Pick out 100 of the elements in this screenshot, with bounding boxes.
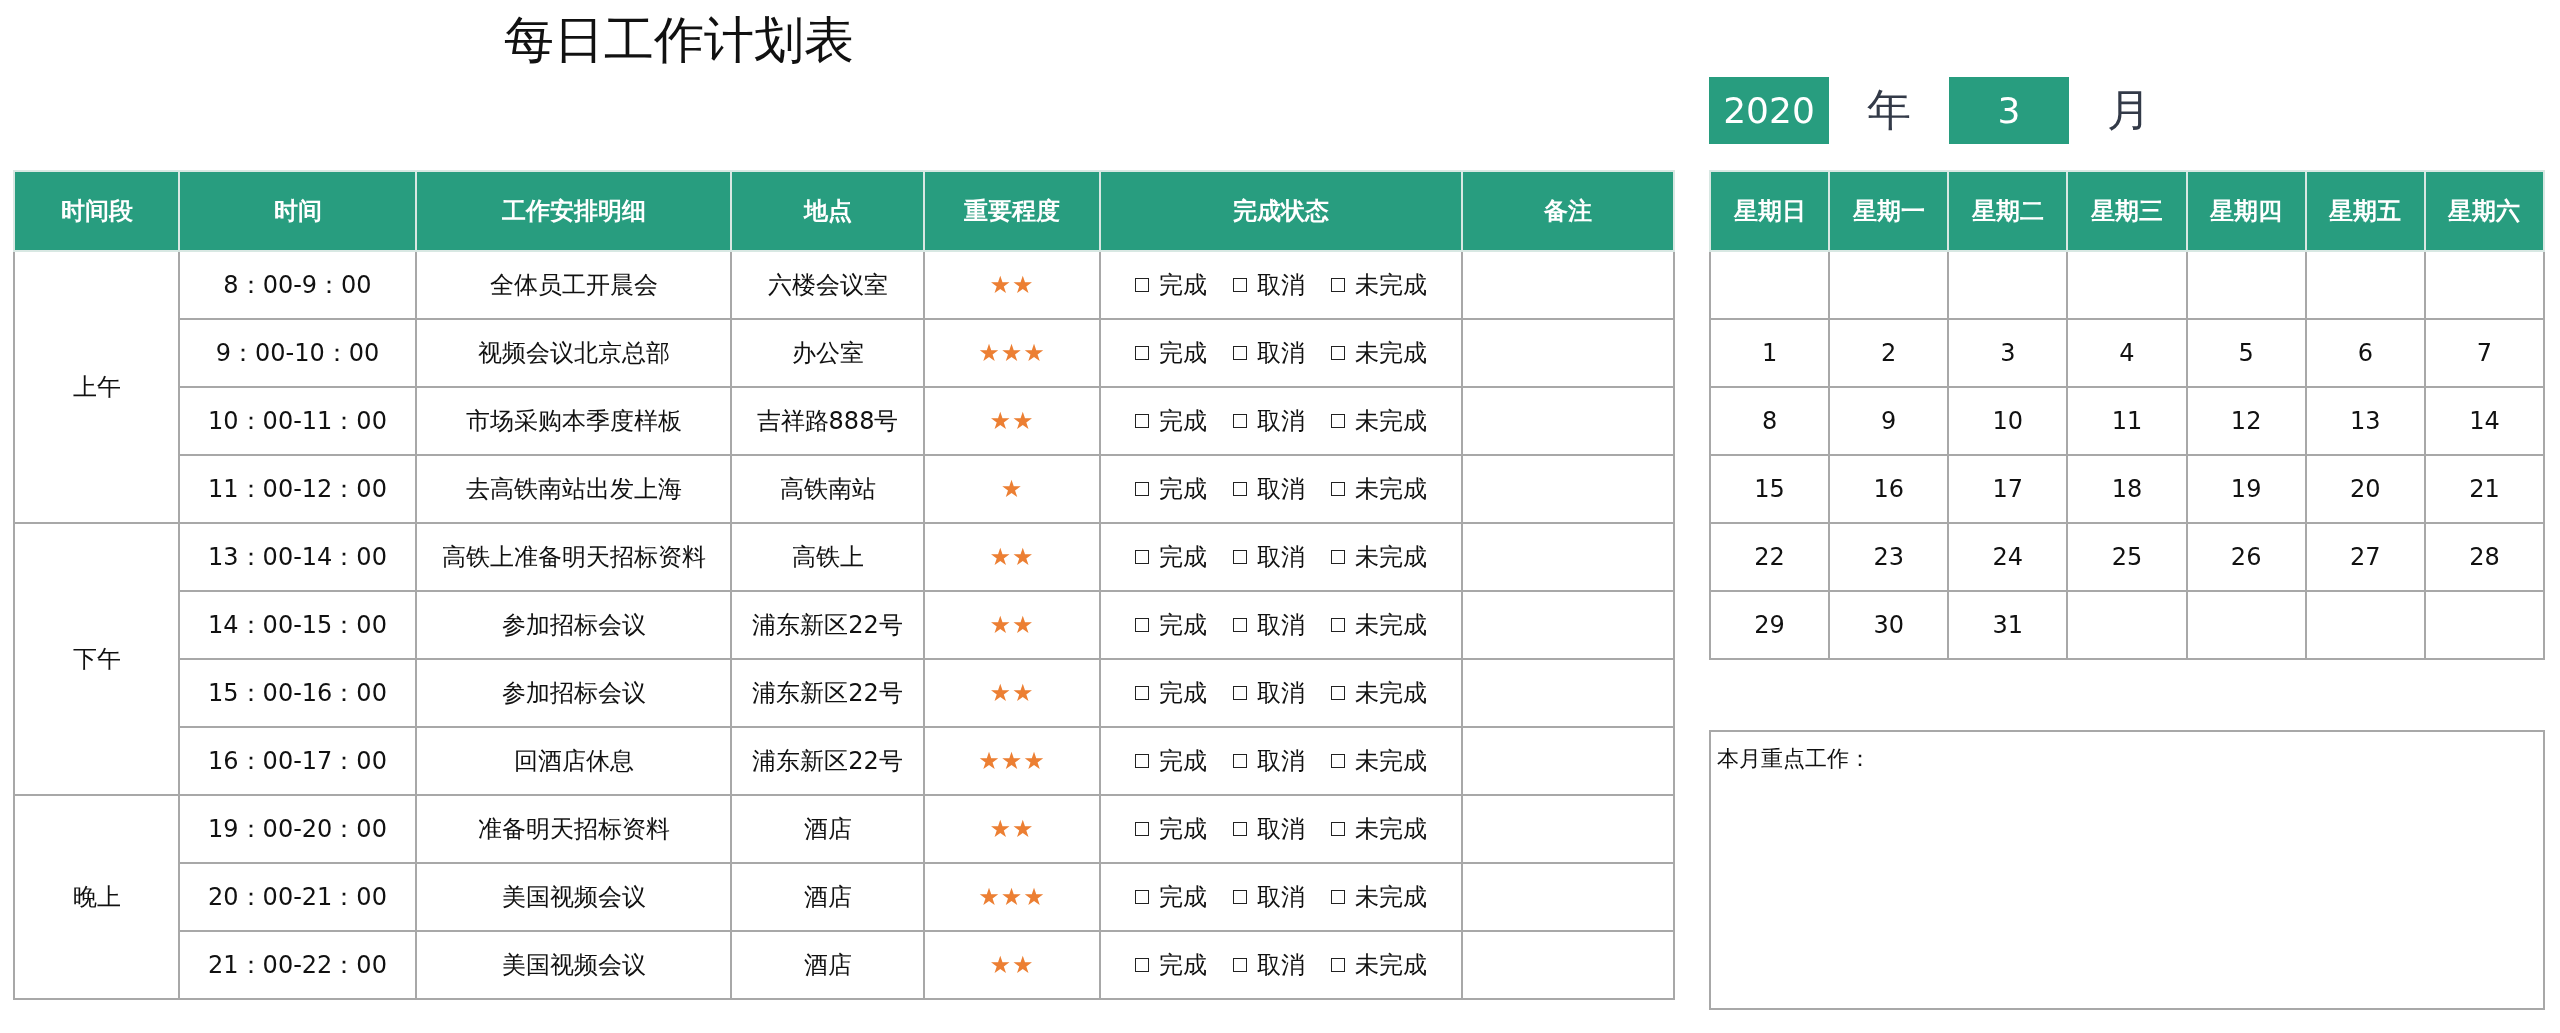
task-cell: 美国视频会议: [416, 931, 731, 999]
day-cell: 24: [1948, 523, 2068, 591]
checkbox[interactable]: [1233, 754, 1247, 768]
checkbox[interactable]: [1331, 482, 1345, 496]
importance-cell: ★: [924, 455, 1100, 523]
checkbox[interactable]: [1331, 686, 1345, 700]
checkbox[interactable]: [1135, 686, 1149, 700]
importance-cell: ★★★: [924, 319, 1100, 387]
checkbox-label: 取消: [1257, 474, 1305, 505]
checkbox[interactable]: [1135, 958, 1149, 972]
checkbox[interactable]: [1331, 414, 1345, 428]
period-cell: 晚上: [14, 795, 179, 999]
checkbox-label: 取消: [1257, 678, 1305, 709]
time-cell: 10：00-11：00: [179, 387, 416, 455]
checkbox[interactable]: [1135, 754, 1149, 768]
checkbox-label: 未完成: [1355, 882, 1427, 913]
checkbox[interactable]: [1135, 278, 1149, 292]
checkbox[interactable]: [1233, 278, 1247, 292]
checkbox-label: 未完成: [1355, 746, 1427, 777]
importance-cell: ★★: [924, 523, 1100, 591]
day-cell: 26: [2186, 523, 2306, 591]
day-cell: 9: [1829, 387, 1949, 455]
checkbox-label: 完成: [1159, 950, 1207, 981]
checkbox[interactable]: [1233, 618, 1247, 632]
checkbox[interactable]: [1233, 414, 1247, 428]
checkbox-label: 未完成: [1355, 474, 1427, 505]
checkbox-label: 完成: [1159, 474, 1207, 505]
checkbox[interactable]: [1233, 482, 1247, 496]
day-cell: 27: [2305, 523, 2425, 591]
day-cell: 7: [2424, 319, 2544, 387]
period-cell: 上午: [14, 251, 179, 523]
checkbox-label: 完成: [1159, 746, 1207, 777]
checkbox-label: 未完成: [1355, 406, 1427, 437]
month-field[interactable]: 3: [1949, 77, 2069, 144]
checkbox-label: 未完成: [1355, 950, 1427, 981]
checkbox[interactable]: [1331, 958, 1345, 972]
weekday-header: 星期六: [2424, 171, 2544, 251]
task-cell: 准备明天招标资料: [416, 795, 731, 863]
checkbox[interactable]: [1331, 346, 1345, 360]
checkbox[interactable]: [1331, 890, 1345, 904]
column-header: 完成状态: [1100, 171, 1462, 251]
checkbox[interactable]: [1135, 482, 1149, 496]
column-header: 重要程度: [924, 171, 1100, 251]
importance-cell: ★★: [924, 591, 1100, 659]
checkbox-label: 完成: [1159, 882, 1207, 913]
importance-cell: ★★★: [924, 727, 1100, 795]
checkbox[interactable]: [1135, 414, 1149, 428]
checkbox[interactable]: [1331, 822, 1345, 836]
checkbox-label: 完成: [1159, 678, 1207, 709]
checkbox[interactable]: [1135, 618, 1149, 632]
day-cell: 23: [1829, 523, 1949, 591]
checkbox[interactable]: [1233, 958, 1247, 972]
time-cell: 13：00-14：00: [179, 523, 416, 591]
checkbox[interactable]: [1135, 550, 1149, 564]
time-cell: 21：00-22：00: [179, 931, 416, 999]
checkbox[interactable]: [1135, 346, 1149, 360]
day-cell: 31: [1948, 591, 2068, 659]
checkbox-label: 取消: [1257, 610, 1305, 641]
checkbox-label: 取消: [1257, 882, 1305, 913]
importance-cell: ★★: [924, 251, 1100, 319]
place-cell: 浦东新区22号: [731, 727, 924, 795]
weekday-header: 星期二: [1948, 171, 2068, 251]
checkbox[interactable]: [1135, 890, 1149, 904]
checkbox[interactable]: [1233, 822, 1247, 836]
place-cell: 六楼会议室: [731, 251, 924, 319]
weekday-header: 星期三: [2067, 171, 2187, 251]
year-field[interactable]: 2020: [1709, 77, 1829, 144]
task-cell: 美国视频会议: [416, 863, 731, 931]
day-cell: 19: [2186, 455, 2306, 523]
task-cell: 去高铁南站出发上海: [416, 455, 731, 523]
place-cell: 酒店: [731, 863, 924, 931]
checkbox[interactable]: [1135, 822, 1149, 836]
day-cell: 28: [2424, 523, 2544, 591]
day-cell: 30: [1829, 591, 1949, 659]
page-title: 每日工作计划表: [504, 10, 855, 70]
checkbox[interactable]: [1331, 278, 1345, 292]
time-cell: 16：00-17：00: [179, 727, 416, 795]
notes-box[interactable]: 本月重点工作：: [1709, 730, 2545, 1010]
checkbox[interactable]: [1233, 346, 1247, 360]
task-cell: 市场采购本季度样板: [416, 387, 731, 455]
checkbox[interactable]: [1331, 618, 1345, 632]
time-cell: 14：00-15：00: [179, 591, 416, 659]
checkbox[interactable]: [1331, 754, 1345, 768]
place-cell: 办公室: [731, 319, 924, 387]
day-cell: 14: [2424, 387, 2544, 455]
checkbox[interactable]: [1233, 686, 1247, 700]
importance-cell: ★★: [924, 931, 1100, 999]
task-cell: 参加招标会议: [416, 591, 731, 659]
time-cell: 8：00-9：00: [179, 251, 416, 319]
checkbox-label: 完成: [1159, 270, 1207, 301]
checkbox-label: 取消: [1257, 542, 1305, 573]
weekday-header: 星期四: [2186, 171, 2306, 251]
checkbox[interactable]: [1331, 550, 1345, 564]
checkbox[interactable]: [1233, 890, 1247, 904]
checkbox-label: 完成: [1159, 542, 1207, 573]
column-header: 备注: [1462, 171, 1674, 251]
checkbox[interactable]: [1233, 550, 1247, 564]
checkbox-label: 未完成: [1355, 610, 1427, 641]
day-cell: 10: [1948, 387, 2068, 455]
column-header: 地点: [731, 171, 924, 251]
